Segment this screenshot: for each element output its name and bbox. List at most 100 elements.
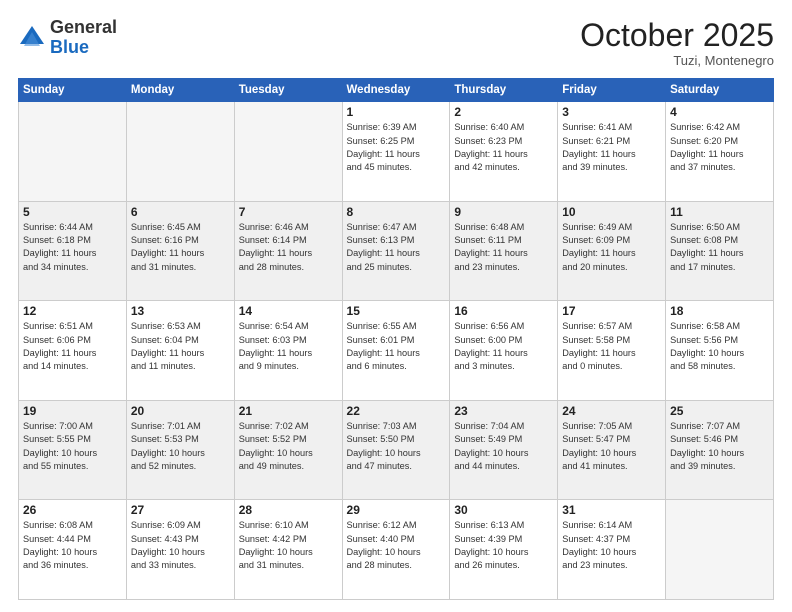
logo-icon	[18, 24, 46, 52]
calendar-cell: 13Sunrise: 6:53 AM Sunset: 6:04 PM Dayli…	[126, 301, 234, 401]
day-number: 27	[131, 503, 230, 517]
day-info: Sunrise: 7:04 AM Sunset: 5:49 PM Dayligh…	[454, 420, 553, 473]
calendar-cell: 31 Sunrise: 6:14 AM Sunset: 4:37 PM Dayli…	[558, 500, 666, 600]
day-number: 9	[454, 205, 553, 219]
day-number: 12	[23, 304, 122, 318]
day-number: 3	[562, 105, 661, 119]
day-number: 11	[670, 205, 769, 219]
day-number: 7	[239, 205, 338, 219]
day-number: 19	[23, 404, 122, 418]
month-title: October 2025	[580, 18, 774, 53]
calendar-cell: 10 Sunrise: 6:49 AM Sunset: 6:09 PM Dayli…	[558, 201, 666, 301]
day-info: Sunrise: 6:48 AM Sunset: 6:11 PM Dayligh…	[454, 221, 553, 274]
calendar-table: Sunday Monday Tuesday Wednesday Thursday…	[18, 78, 774, 600]
day-number: 5	[23, 205, 122, 219]
title-block: October 2025 Tuzi, Montenegro	[580, 18, 774, 68]
calendar-cell: 5 Sunrise: 6:44 AM Sunset: 6:18 PM Daylig…	[19, 201, 127, 301]
calendar-cell: 7 Sunrise: 6:46 AM Sunset: 6:14 PM Daylig…	[234, 201, 342, 301]
calendar-cell: 9 Sunrise: 6:48 AM Sunset: 6:11 PM Daylig…	[450, 201, 558, 301]
header: General Blue October 2025 Tuzi, Monteneg…	[18, 18, 774, 68]
col-friday: Friday	[558, 79, 666, 102]
day-info: Sunrise: 6:58 AM Sunset: 5:56 PM Dayligh…	[670, 320, 769, 373]
calendar-cell	[19, 102, 127, 202]
calendar-cell: 17 Sunrise: 6:57 AM Sunset: 5:58 PM Dayli…	[558, 301, 666, 401]
calendar-week-row: 1 Sunrise: 6:39 AM Sunset: 6:25 PM Daylig…	[19, 102, 774, 202]
day-number: 22	[347, 404, 446, 418]
day-number: 31	[562, 503, 661, 517]
calendar-cell: 25Sunrise: 7:07 AM Sunset: 5:46 PM Dayli…	[666, 400, 774, 500]
day-info: Sunrise: 6:41 AM Sunset: 6:21 PM Dayligh…	[562, 121, 661, 174]
col-thursday: Thursday	[450, 79, 558, 102]
calendar-cell: 14Sunrise: 6:54 AM Sunset: 6:03 PM Dayli…	[234, 301, 342, 401]
day-number: 1	[347, 105, 446, 119]
logo-general-text: General	[50, 17, 117, 37]
calendar-cell: 4Sunrise: 6:42 AM Sunset: 6:20 PM Daylig…	[666, 102, 774, 202]
day-number: 16	[454, 304, 553, 318]
day-info: Sunrise: 6:46 AM Sunset: 6:14 PM Dayligh…	[239, 221, 338, 274]
day-number: 4	[670, 105, 769, 119]
calendar-cell: 24 Sunrise: 7:05 AM Sunset: 5:47 PM Dayli…	[558, 400, 666, 500]
day-number: 26	[23, 503, 122, 517]
day-number: 17	[562, 304, 661, 318]
day-info: Sunrise: 6:39 AM Sunset: 6:25 PM Dayligh…	[347, 121, 446, 174]
day-number: 10	[562, 205, 661, 219]
calendar-cell: 20 Sunrise: 7:01 AM Sunset: 5:53 PM Dayli…	[126, 400, 234, 500]
calendar-header-row: Sunday Monday Tuesday Wednesday Thursday…	[19, 79, 774, 102]
day-info: Sunrise: 6:12 AM Sunset: 4:40 PM Dayligh…	[347, 519, 446, 572]
calendar-cell: 8Sunrise: 6:47 AM Sunset: 6:13 PM Daylig…	[342, 201, 450, 301]
day-info: Sunrise: 6:14 AM Sunset: 4:37 PM Dayligh…	[562, 519, 661, 572]
calendar-cell: 15 Sunrise: 6:55 AM Sunset: 6:01 PM Dayli…	[342, 301, 450, 401]
day-info: Sunrise: 6:56 AM Sunset: 6:00 PM Dayligh…	[454, 320, 553, 373]
calendar-cell	[126, 102, 234, 202]
logo-blue-text: Blue	[50, 37, 89, 57]
day-number: 15	[347, 304, 446, 318]
day-info: Sunrise: 6:44 AM Sunset: 6:18 PM Dayligh…	[23, 221, 122, 274]
calendar-cell: 30Sunrise: 6:13 AM Sunset: 4:39 PM Dayli…	[450, 500, 558, 600]
calendar-week-row: 12 Sunrise: 6:51 AM Sunset: 6:06 PM Dayli…	[19, 301, 774, 401]
col-wednesday: Wednesday	[342, 79, 450, 102]
day-info: Sunrise: 7:07 AM Sunset: 5:46 PM Dayligh…	[670, 420, 769, 473]
day-number: 18	[670, 304, 769, 318]
day-info: Sunrise: 6:49 AM Sunset: 6:09 PM Dayligh…	[562, 221, 661, 274]
day-number: 29	[347, 503, 446, 517]
calendar-cell: 19 Sunrise: 7:00 AM Sunset: 5:55 PM Dayli…	[19, 400, 127, 500]
day-info: Sunrise: 6:47 AM Sunset: 6:13 PM Dayligh…	[347, 221, 446, 274]
logo: General Blue	[18, 18, 117, 58]
day-info: Sunrise: 7:01 AM Sunset: 5:53 PM Dayligh…	[131, 420, 230, 473]
col-tuesday: Tuesday	[234, 79, 342, 102]
calendar-cell: 27Sunrise: 6:09 AM Sunset: 4:43 PM Dayli…	[126, 500, 234, 600]
day-number: 28	[239, 503, 338, 517]
day-number: 30	[454, 503, 553, 517]
calendar-cell: 11 Sunrise: 6:50 AM Sunset: 6:08 PM Dayli…	[666, 201, 774, 301]
calendar-cell: 12 Sunrise: 6:51 AM Sunset: 6:06 PM Dayli…	[19, 301, 127, 401]
day-number: 13	[131, 304, 230, 318]
calendar-cell: 6 Sunrise: 6:45 AM Sunset: 6:16 PM Daylig…	[126, 201, 234, 301]
calendar-week-row: 5 Sunrise: 6:44 AM Sunset: 6:18 PM Daylig…	[19, 201, 774, 301]
calendar-cell: 1 Sunrise: 6:39 AM Sunset: 6:25 PM Daylig…	[342, 102, 450, 202]
day-info: Sunrise: 6:55 AM Sunset: 6:01 PM Dayligh…	[347, 320, 446, 373]
day-info: Sunrise: 7:02 AM Sunset: 5:52 PM Dayligh…	[239, 420, 338, 473]
day-number: 21	[239, 404, 338, 418]
calendar-cell: 22Sunrise: 7:03 AM Sunset: 5:50 PM Dayli…	[342, 400, 450, 500]
day-info: Sunrise: 6:57 AM Sunset: 5:58 PM Dayligh…	[562, 320, 661, 373]
day-info: Sunrise: 6:50 AM Sunset: 6:08 PM Dayligh…	[670, 221, 769, 274]
calendar-week-row: 26Sunrise: 6:08 AM Sunset: 4:44 PM Dayli…	[19, 500, 774, 600]
day-info: Sunrise: 6:51 AM Sunset: 6:06 PM Dayligh…	[23, 320, 122, 373]
day-number: 20	[131, 404, 230, 418]
day-info: Sunrise: 7:00 AM Sunset: 5:55 PM Dayligh…	[23, 420, 122, 473]
day-info: Sunrise: 7:05 AM Sunset: 5:47 PM Dayligh…	[562, 420, 661, 473]
calendar-cell: 23Sunrise: 7:04 AM Sunset: 5:49 PM Dayli…	[450, 400, 558, 500]
day-info: Sunrise: 6:45 AM Sunset: 6:16 PM Dayligh…	[131, 221, 230, 274]
page: General Blue October 2025 Tuzi, Monteneg…	[0, 0, 792, 612]
calendar-cell: 18 Sunrise: 6:58 AM Sunset: 5:56 PM Dayli…	[666, 301, 774, 401]
calendar-cell	[666, 500, 774, 600]
day-number: 24	[562, 404, 661, 418]
day-number: 6	[131, 205, 230, 219]
calendar-cell: 2Sunrise: 6:40 AM Sunset: 6:23 PM Daylig…	[450, 102, 558, 202]
calendar-cell: 3 Sunrise: 6:41 AM Sunset: 6:21 PM Daylig…	[558, 102, 666, 202]
day-number: 14	[239, 304, 338, 318]
col-sunday: Sunday	[19, 79, 127, 102]
day-info: Sunrise: 6:40 AM Sunset: 6:23 PM Dayligh…	[454, 121, 553, 174]
calendar-cell	[234, 102, 342, 202]
calendar-cell: 26Sunrise: 6:08 AM Sunset: 4:44 PM Dayli…	[19, 500, 127, 600]
